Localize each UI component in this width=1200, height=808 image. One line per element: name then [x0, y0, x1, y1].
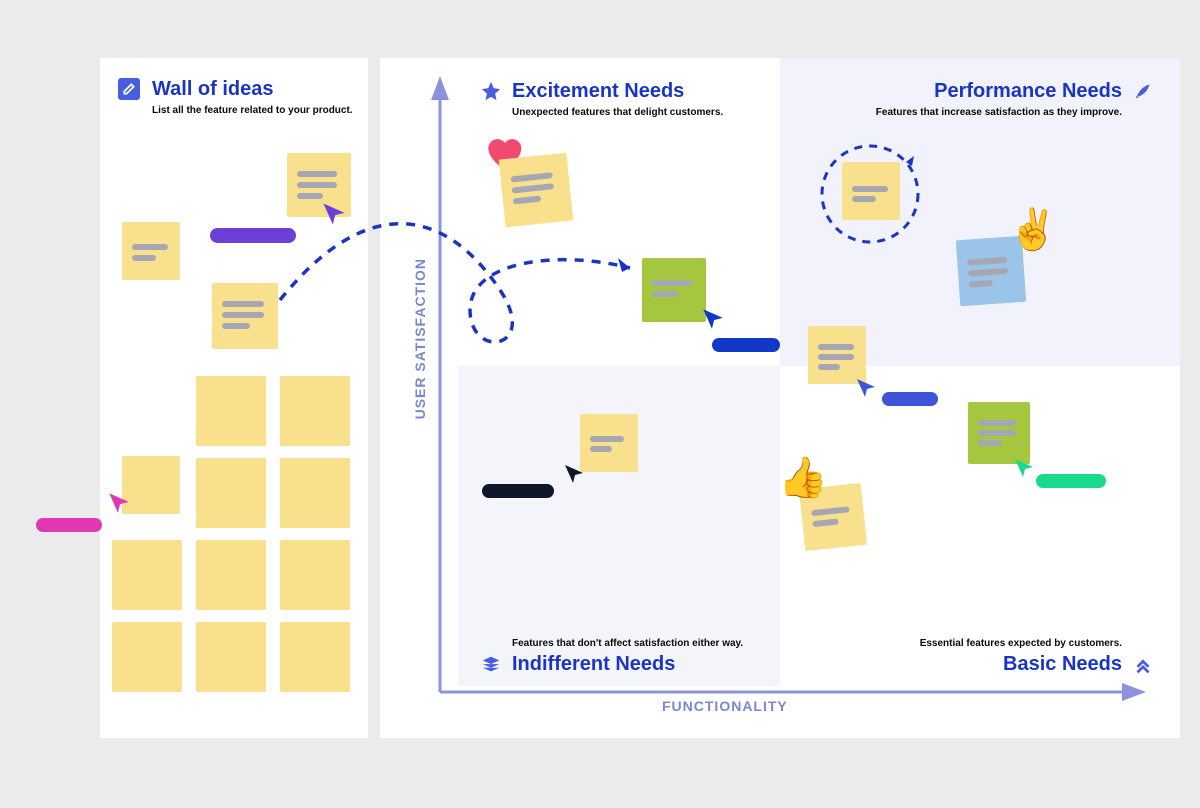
cursor-black — [562, 462, 586, 486]
sticky-note[interactable] — [196, 376, 266, 446]
basic-subtitle: Essential features expected by customers… — [920, 638, 1122, 649]
sticky-note[interactable] — [196, 458, 266, 528]
performance-subtitle: Features that increase satisfaction as t… — [876, 107, 1122, 118]
kano-quadrant-panel[interactable]: FUNCTIONALITY USER SATISFACTION Exciteme… — [380, 58, 1180, 738]
sticky-note[interactable] — [196, 622, 266, 692]
user-pill — [1036, 474, 1106, 488]
edit-square-icon — [118, 78, 140, 100]
user-pill — [36, 518, 102, 532]
sticky-note[interactable] — [280, 376, 350, 446]
x-axis-label: FUNCTIONALITY — [662, 698, 788, 714]
performance-title: Performance Needs — [876, 80, 1122, 103]
user-pill — [210, 228, 296, 243]
indifferent-title: Indifferent Needs — [512, 653, 743, 676]
star-icon — [480, 80, 502, 102]
thumbs-up-emoji: 👍 — [778, 454, 828, 501]
sticky-note[interactable] — [122, 222, 180, 280]
rocket-icon — [1132, 80, 1154, 102]
wall-of-ideas-panel[interactable]: Wall of ideas List all the feature relat… — [100, 58, 368, 738]
excitement-subtitle: Unexpected features that delight custome… — [512, 107, 723, 118]
sticky-note[interactable] — [968, 402, 1030, 464]
user-pill — [482, 484, 554, 498]
cursor-green — [1012, 456, 1036, 480]
wall-title: Wall of ideas — [152, 78, 353, 101]
sticky-note[interactable] — [842, 162, 900, 220]
sticky-note[interactable] — [280, 540, 350, 610]
user-pill — [712, 338, 780, 352]
y-axis-label: USER SATISFACTION — [412, 258, 428, 419]
victory-hand-emoji: ✌️ — [1008, 206, 1058, 253]
sticky-note[interactable] — [499, 153, 574, 228]
sticky-note[interactable] — [112, 622, 182, 692]
excitement-title: Excitement Needs — [512, 80, 723, 103]
cursor-purple — [320, 200, 348, 228]
sticky-note[interactable] — [280, 622, 350, 692]
basic-title: Basic Needs — [920, 653, 1122, 676]
sticky-note[interactable] — [112, 540, 182, 610]
sticky-note[interactable] — [196, 540, 266, 610]
indifferent-subtitle: Features that don't affect satisfaction … — [512, 638, 743, 649]
sticky-note[interactable] — [212, 283, 278, 349]
wall-subtitle: List all the feature related to your pro… — [152, 105, 353, 116]
cursor-blue — [700, 306, 726, 332]
layers-icon — [480, 654, 502, 676]
sticky-note[interactable] — [642, 258, 706, 322]
sticky-note[interactable] — [280, 458, 350, 528]
chevrons-up-icon — [1132, 654, 1154, 676]
sticky-note[interactable] — [580, 414, 638, 472]
cursor-magenta — [106, 490, 132, 516]
user-pill — [882, 392, 938, 406]
cursor-midblue — [854, 376, 878, 400]
kano-board: Wall of ideas List all the feature relat… — [0, 0, 1200, 808]
